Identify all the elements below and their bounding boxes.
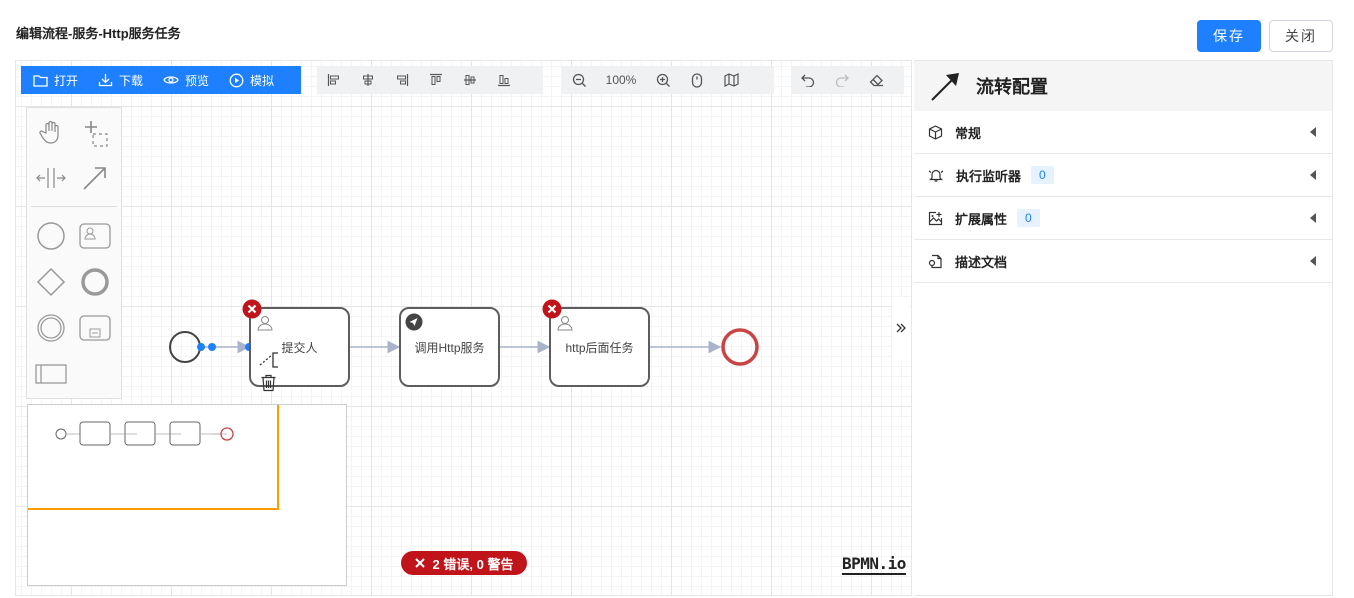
chevron-left-icon: [1310, 170, 1316, 180]
error-marker-icon[interactable]: [242, 299, 262, 319]
bell-icon: [928, 169, 944, 182]
start-event[interactable]: [169, 331, 201, 363]
user-task[interactable]: http后面任务: [549, 307, 650, 387]
validation-text: 2 错误, 0 警告: [432, 556, 514, 572]
properties-panel: 流转配置 常规 执行监听器 0 扩展属性 0 描述文档: [914, 60, 1333, 596]
save-button[interactable]: 保存: [1197, 20, 1261, 52]
task-label: 调用Http服务: [414, 340, 485, 355]
bpmn-io-logo[interactable]: BPMN.io: [842, 554, 906, 575]
count-badge: 0: [1031, 166, 1054, 184]
section-label: 常规: [955, 125, 982, 141]
chevron-left-icon: [1310, 213, 1316, 223]
validation-summary[interactable]: 2 错误, 0 警告: [401, 551, 527, 575]
trash-icon[interactable]: [260, 374, 277, 392]
doc-icon: [928, 254, 942, 268]
minimap-diagram: [28, 405, 279, 510]
task-label: http后面任务: [565, 340, 634, 355]
section-label: 描述文档: [955, 254, 1008, 270]
count-badge: 0: [1017, 209, 1040, 227]
section-extension[interactable]: 扩展属性 0: [914, 197, 1332, 240]
image-plus-icon: [928, 211, 943, 225]
connection-handle[interactable]: [197, 343, 205, 351]
section-listeners[interactable]: 执行监听器 0: [914, 154, 1332, 197]
section-label: 执行监听器: [956, 168, 1022, 184]
error-marker-icon[interactable]: [542, 299, 562, 319]
section-label: 扩展属性: [955, 211, 1008, 227]
connect-dashed-icon[interactable]: [258, 349, 280, 371]
end-event[interactable]: [721, 328, 759, 366]
section-documentation[interactable]: 描述文档: [914, 240, 1332, 283]
panel-collapse-button[interactable]: [892, 297, 910, 359]
bpmn-canvas[interactable]: 打开 下载 预览 模拟 100% 提交人 调用Http服务 http后面任务 2…: [15, 60, 912, 596]
send-icon: [405, 313, 423, 331]
cube-icon: [928, 124, 943, 140]
chevron-left-icon: [1310, 256, 1316, 266]
panel-title: 流转配置: [976, 77, 1048, 97]
minimap[interactable]: [27, 404, 347, 586]
chevron-left-icon: [1310, 127, 1316, 137]
double-chevron-right-icon: [896, 323, 906, 333]
section-general[interactable]: 常规: [914, 111, 1332, 154]
service-task[interactable]: 调用Http服务: [399, 307, 500, 387]
close-icon: [414, 558, 425, 568]
task-label: 提交人: [281, 340, 318, 355]
close-button[interactable]: 关闭: [1269, 20, 1333, 52]
connection-handle[interactable]: [208, 343, 216, 351]
panel-header: 流转配置: [914, 61, 1332, 111]
page-title: 编辑流程-服务-Http服务任务: [16, 26, 181, 41]
sequence-flow-icon: [931, 73, 959, 101]
